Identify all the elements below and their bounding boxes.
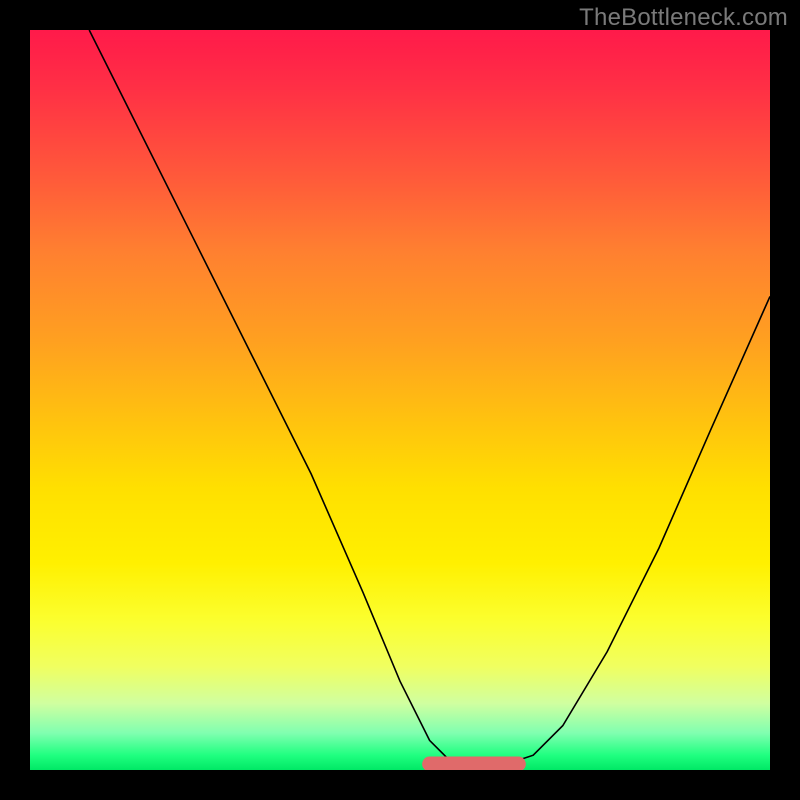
plot-area <box>30 30 770 770</box>
curve-line <box>89 30 770 766</box>
watermark-text: TheBottleneck.com <box>579 4 788 32</box>
chart-svg <box>30 30 770 770</box>
